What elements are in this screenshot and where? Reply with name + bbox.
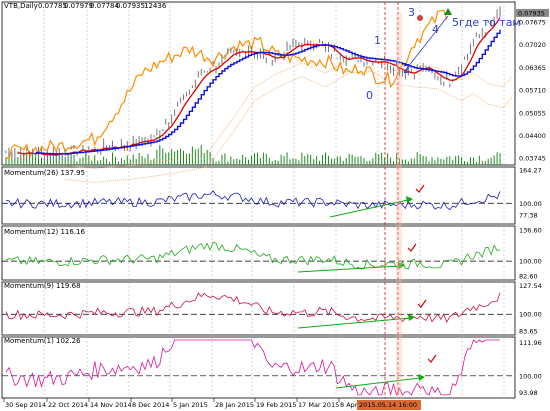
- momentum-axis-label: 164.27: [519, 166, 542, 174]
- time-axis-label: 30 Sep 2014: [5, 401, 46, 409]
- momentum-axis-label: 83.65: [519, 328, 538, 336]
- chart: 0.07675 0.07020 0.06365 0.05710 0.05055 0.044…: [0, 0, 550, 411]
- price-axis-label: 0.06365: [519, 64, 546, 72]
- wave-marker: [417, 15, 423, 21]
- time-axis-label: 17 Mar 2015: [298, 401, 339, 409]
- momentum-axis-label: 100.00: [519, 372, 542, 380]
- momentum9-title: Momentum(9) 119.68: [4, 282, 81, 290]
- momentum1-title: Momentum(1) 102.26: [4, 337, 81, 345]
- wave-label-2: 2: [403, 63, 410, 76]
- price-axis-label: 0.07675: [519, 18, 546, 26]
- momentum-axis-label: 127.54: [519, 282, 542, 290]
- momentum-axis-label: 82.60: [519, 273, 538, 281]
- momentum-axis-label: 93.98: [519, 389, 538, 397]
- price-axis-label: 0.05055: [519, 109, 546, 117]
- chart-header: VTB,Daily 0.07785 0.07979 0.07784 0.0793…: [4, 2, 167, 10]
- wave-label-1: 1: [374, 34, 381, 47]
- momentum-axis-label: 111.96: [519, 339, 542, 347]
- current-price-label: 0.07935: [518, 9, 545, 17]
- wave-label-0: 0: [366, 89, 373, 102]
- wave-label-5: 5где то там: [452, 16, 521, 29]
- time-axis-label: 8 Dec 2014: [132, 401, 169, 409]
- volume-value: 12436: [144, 2, 167, 10]
- momentum-axis-label: 100.00: [519, 258, 542, 266]
- cursor-date-label: 2015.05.14 16:00: [359, 401, 417, 409]
- price-axis-label: 0.05710: [519, 87, 546, 95]
- wave-label-4: 4: [432, 23, 439, 36]
- momentum26-title: Momentum(26) 137.95: [4, 169, 85, 177]
- high-value: 0.07979: [64, 2, 93, 10]
- momentum-axis-label: 136.60: [519, 226, 542, 234]
- close-value: 0.07935: [116, 2, 145, 10]
- highlight-band: [396, 12, 402, 398]
- open-value: 0.07785: [38, 2, 67, 10]
- momentum-axis-label: 100.00: [519, 311, 542, 319]
- time-axis-label: 5 Jan 2015: [173, 401, 208, 409]
- momentum-axis-label: 100.00: [519, 200, 542, 208]
- price-axis-label: 0.03745: [519, 155, 546, 163]
- momentum-axis-label: 77.38: [519, 211, 538, 219]
- time-axis-label: 28 Jan 2015: [215, 401, 254, 409]
- time-axis-label: 22 Oct 2014: [48, 401, 88, 409]
- price-axis-label: 0.04400: [519, 132, 546, 140]
- symbol-label: VTB,Daily: [4, 2, 38, 10]
- time-axis-label: 14 Nov 2014: [90, 401, 132, 409]
- time-axis-label: 19 Feb 2015: [256, 401, 296, 409]
- momentum12-title: Momentum(12) 116.16: [4, 228, 86, 236]
- price-axis-label: 0.07020: [519, 41, 546, 49]
- wave-label-3: 3: [408, 6, 415, 19]
